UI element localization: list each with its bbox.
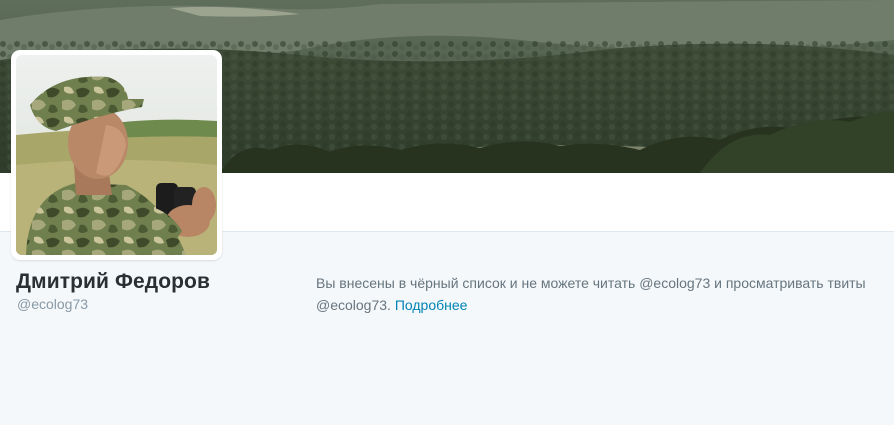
profile-handle[interactable]: @ecolog73 <box>17 296 88 312</box>
profile-avatar-photo <box>16 55 217 255</box>
profile-page: Дмитрий Федоров @ecolog73 Вы внесены в ч… <box>0 0 894 425</box>
profile-name[interactable]: Дмитрий Федоров <box>16 270 210 294</box>
blocked-message: Вы внесены в чёрный список и не можете ч… <box>316 272 888 316</box>
profile-avatar[interactable] <box>11 50 222 260</box>
learn-more-link[interactable]: Подробнее <box>395 297 468 313</box>
